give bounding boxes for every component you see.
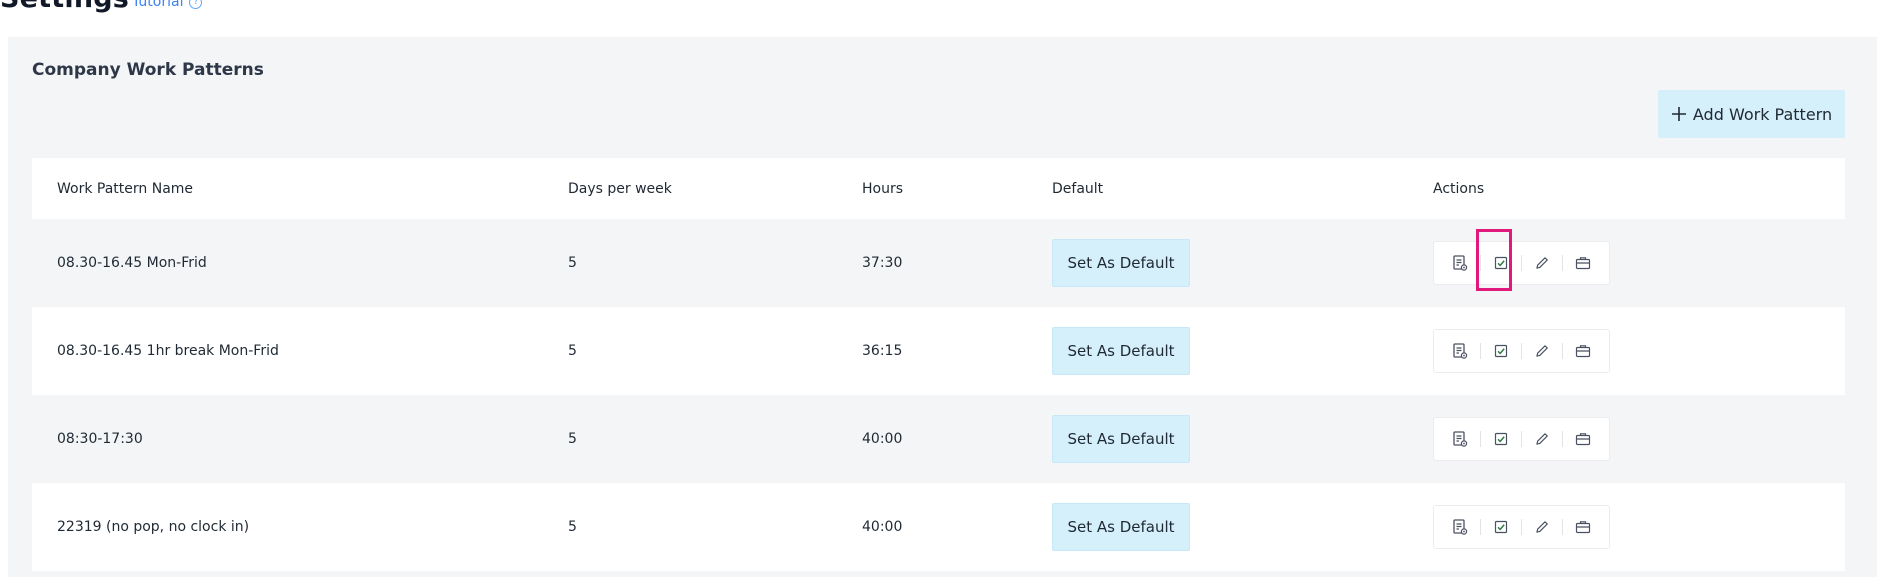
edit-pencil-icon[interactable]: [1522, 419, 1562, 459]
column-header-default: Default: [1052, 180, 1104, 197]
panel-title: Company Work Patterns: [32, 60, 264, 80]
checkbox-icon[interactable]: [1481, 507, 1521, 547]
work-pattern-name: 08.30-16.45 1hr break Mon-Frid: [57, 343, 279, 359]
action-group: [1433, 229, 1610, 291]
tutorial-link[interactable]: Tutorial ?: [132, 0, 203, 10]
edit-pencil-icon[interactable]: [1522, 507, 1562, 547]
default-cell: Set As Default: [1052, 483, 1190, 571]
column-header-days: Days per week: [568, 180, 672, 197]
table-header-row: Work Pattern Name Days per week Hours De…: [32, 158, 1845, 219]
hours: 40:00: [862, 431, 903, 447]
default-cell: Set As Default: [1052, 307, 1190, 395]
view-document-icon[interactable]: [1440, 243, 1480, 283]
table-row: 08.30-16.45 1hr break Mon-Frid 5 36:15 S…: [32, 307, 1845, 395]
action-group: [1433, 329, 1610, 373]
hours: 36:15: [862, 343, 903, 359]
add-work-pattern-label: Add Work Pattern: [1692, 104, 1833, 124]
view-document-icon[interactable]: [1440, 507, 1480, 547]
work-patterns-panel: Company Work Patterns Add Work Pattern W…: [8, 37, 1877, 577]
actions-cell: [1433, 395, 1610, 483]
action-group: [1433, 417, 1610, 461]
column-header-actions: Actions: [1433, 180, 1485, 197]
edit-pencil-icon[interactable]: [1522, 243, 1562, 283]
days-per-week: 5: [568, 519, 577, 535]
edit-pencil-icon[interactable]: [1522, 331, 1562, 371]
table-row: 08.30-16.45 Mon-Frid 5 37:30 Set As Defa…: [32, 219, 1845, 307]
tutorial-link-label: Tutorial: [132, 0, 184, 10]
work-patterns-table: Work Pattern Name Days per week Hours De…: [32, 158, 1845, 571]
briefcase-icon[interactable]: [1563, 243, 1603, 283]
days-per-week: 5: [568, 431, 577, 447]
table-row: 08:30-17:30 5 40:00 Set As Default: [32, 395, 1845, 483]
checkbox-icon[interactable]: [1481, 331, 1521, 371]
column-header-hours: Hours: [862, 180, 904, 197]
add-work-pattern-button[interactable]: Add Work Pattern: [1658, 90, 1845, 138]
checkbox-icon[interactable]: [1481, 419, 1521, 459]
default-cell: Set As Default: [1052, 219, 1190, 307]
default-cell: Set As Default: [1052, 395, 1190, 483]
actions-cell: [1433, 219, 1610, 307]
help-circle-icon: ?: [189, 0, 203, 9]
actions-cell: [1433, 483, 1610, 571]
briefcase-icon[interactable]: [1563, 419, 1603, 459]
set-as-default-button[interactable]: Set As Default: [1052, 239, 1190, 287]
briefcase-icon[interactable]: [1563, 331, 1603, 371]
checkbox-icon[interactable]: [1481, 243, 1521, 283]
days-per-week: 5: [568, 255, 577, 271]
hours: 40:00: [862, 519, 903, 535]
hours: 37:30: [862, 255, 903, 271]
set-as-default-button[interactable]: Set As Default: [1052, 503, 1190, 551]
column-header-name: Work Pattern Name: [57, 180, 194, 197]
view-document-icon[interactable]: [1440, 331, 1480, 371]
briefcase-icon[interactable]: [1563, 507, 1603, 547]
actions-cell: [1433, 307, 1610, 395]
page-title: Settings: [0, 0, 129, 14]
plus-icon: [1671, 107, 1686, 121]
work-pattern-name: 22319 (no pop, no clock in): [57, 519, 250, 535]
set-as-default-button[interactable]: Set As Default: [1052, 327, 1190, 375]
action-group: [1433, 505, 1610, 549]
table-row: 22319 (no pop, no clock in) 5 40:00 Set …: [32, 483, 1845, 571]
work-pattern-name: 08.30-16.45 Mon-Frid: [57, 255, 207, 271]
days-per-week: 5: [568, 343, 577, 359]
work-pattern-name: 08:30-17:30: [57, 431, 143, 447]
set-as-default-button[interactable]: Set As Default: [1052, 415, 1190, 463]
view-document-icon[interactable]: [1440, 419, 1480, 459]
